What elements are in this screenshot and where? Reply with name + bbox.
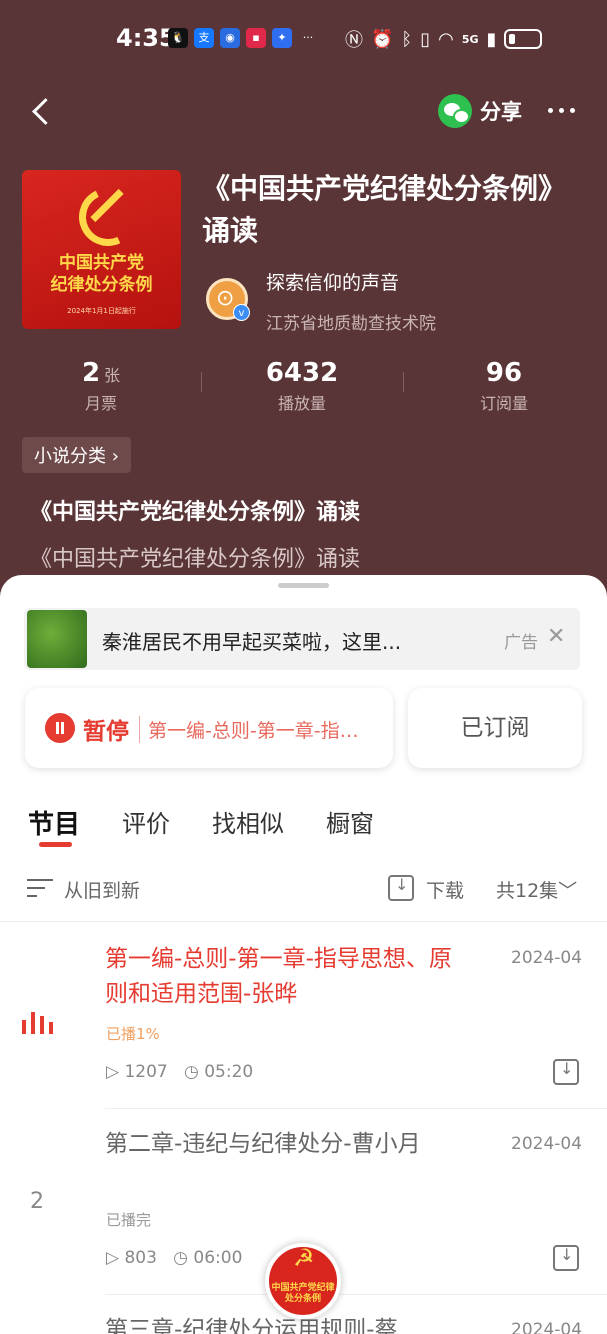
wechat-icon [438, 94, 472, 128]
playing-indicator-icon [22, 1012, 53, 1034]
share-label: 分享 [480, 100, 522, 124]
stat-value: 96 [485, 358, 523, 388]
pause-label: 暂停 [83, 719, 129, 745]
episode-meta: ▷ 1207 ◷ 05:20 [106, 1062, 253, 1082]
bulb-icon: ✦ [272, 28, 292, 48]
episode-date: 2024-04 [511, 1320, 583, 1334]
episode-date: 2024-04 [511, 948, 583, 968]
cover-date: 2024年1月1日起施行 [67, 307, 136, 315]
episode-meta: ▷ 803 ◷ 06:00 [106, 1248, 242, 1268]
pause-icon[interactable] [45, 713, 75, 743]
status-bar: 4:35 🐧 支 ◉ ▪ ✦ ··· Ⓝ ⏰ ᛒ ▯ ◠ 5G ▮ [0, 0, 607, 80]
wifi-icon: ◠ [438, 28, 454, 50]
notification-icons: 🐧 支 ◉ ▪ ✦ ··· [168, 28, 318, 48]
status-time: 4:35 [116, 24, 176, 52]
more-menu-button[interactable] [548, 108, 575, 113]
album-title: 《中国共产党纪律处分条例》诵读 [202, 172, 553, 247]
close-icon[interactable]: ✕ [547, 624, 565, 649]
sort-button[interactable]: 从旧到新 [64, 876, 140, 903]
clock-icon: ◷ [173, 1248, 188, 1268]
player-card[interactable]: 暂停 第一编-总则-第一章-指导思想、原则和适用范围-张晔 [25, 688, 393, 768]
download-icon[interactable] [388, 875, 414, 901]
qq-icon: 🐧 [168, 28, 188, 48]
author-name[interactable]: 探索信仰的声音 [266, 268, 399, 295]
stat-label: 播放量 [277, 394, 326, 413]
download-button[interactable]: 下载 [426, 876, 464, 903]
verified-icon: v [233, 304, 250, 321]
system-icons: Ⓝ ⏰ ᛒ ▯ ◠ 5G ▮ [345, 26, 543, 52]
download-icon[interactable] [553, 1245, 579, 1271]
episode-number: 2 [30, 1189, 44, 1214]
tab-underline [39, 842, 72, 847]
episode-title: 第一编-总则-第一章-指导思想、原则和适用范围-张晔 [105, 946, 452, 1007]
stat-unit: 张 [104, 366, 121, 385]
episode-title: 第三章-纪律处分运用规则-蔡 [105, 1317, 398, 1334]
episode-title: 第二章-违纪与纪律处分-曹小月 [105, 1131, 421, 1157]
tab-reviews[interactable]: 评价 [122, 804, 170, 841]
episode-progress: 已播完 [106, 1211, 152, 1229]
play-count-icon: ▷ [106, 1248, 120, 1268]
ad-image [27, 610, 87, 668]
stat-value: 2 [81, 358, 101, 388]
alarm-icon: ⏰ [371, 28, 394, 50]
duration: 06:00 [193, 1248, 243, 1268]
author-org: 江苏省地质勘查技术院 [266, 314, 436, 334]
nfc-icon: Ⓝ [345, 30, 363, 51]
back-button[interactable] [28, 94, 52, 128]
sort-bar: 从旧到新 下载 共12集﹀ [0, 872, 607, 922]
stat-monthly-tickets[interactable]: 2张 月票 [66, 358, 136, 414]
clock-icon: ◷ [183, 1062, 199, 1082]
cover-title-line1: 中国共产党 [59, 253, 144, 273]
stat-label: 月票 [84, 394, 117, 413]
more-notifications-icon: ··· [302, 31, 314, 44]
ad-text: 秦淮居民不用早起买菜啦，这里... [102, 630, 402, 654]
signal-icon: ▮ [486, 28, 497, 50]
vibrate-icon: ▯ [420, 28, 431, 50]
cover-title-line2: 纪律处分条例 [50, 275, 153, 295]
stat-subscriptions: 96 订阅量 [464, 358, 544, 414]
stat-value: 6432 [265, 358, 339, 388]
mini-player-button[interactable]: 中国共产党纪律处分条例 [265, 1243, 341, 1319]
divider [105, 1108, 607, 1109]
description-text[interactable]: 《中国共产党纪律处分条例》诵读 [30, 541, 360, 573]
alipay-icon: 支 [194, 28, 214, 48]
subscribed-button[interactable]: 已订阅 [408, 688, 582, 768]
episode-progress: 已播1% [106, 1025, 160, 1043]
list-item[interactable]: 第一编-总则-第一章-指导思想、原则和适用范围-张晔 2024-04 已播1% … [0, 935, 607, 1121]
tab-showcase[interactable]: 橱窗 [326, 804, 374, 841]
battery-icon [504, 29, 543, 49]
news-icon: ▪ [246, 28, 266, 48]
divider [201, 372, 202, 392]
description-title: 《中国共产党纪律处分条例》诵读 [30, 500, 361, 525]
stat-plays: 6432 播放量 [252, 358, 352, 414]
duration: 05:20 [204, 1062, 254, 1082]
app-icon: ◉ [220, 28, 240, 48]
play-count: 1207 [124, 1062, 168, 1082]
party-emblem-icon [71, 182, 133, 244]
ad-banner[interactable]: 秦淮居民不用早起买菜啦，这里... 广告 ✕ [24, 608, 580, 670]
tab-similar[interactable]: 找相似 [212, 804, 284, 841]
album-cover[interactable]: 中国共产党 纪律处分条例 2024年1月1日起施行 [22, 170, 181, 329]
bluetooth-icon: ᛒ [401, 28, 413, 50]
download-icon[interactable] [553, 1059, 579, 1085]
ad-tag: 广告 [504, 633, 538, 653]
tab-episodes[interactable]: 节目 [28, 804, 80, 841]
episode-date: 2024-04 [511, 1134, 583, 1154]
episode-sheet: 秦淮居民不用早起买菜啦，这里... 广告 ✕ 暂停 第一编-总则-第一章-指导思… [0, 575, 607, 1334]
network-label: 5G [461, 32, 479, 46]
sheet-handle[interactable] [278, 583, 329, 588]
current-track: 第一编-总则-第一章-指导思想、原则和适用范围-张晔 [139, 716, 377, 743]
play-count-icon: ▷ [106, 1062, 120, 1082]
share-button[interactable]: 分享 [438, 94, 522, 128]
divider [403, 372, 404, 392]
sort-icon[interactable] [27, 879, 53, 901]
divider [105, 1294, 607, 1295]
play-count: 803 [124, 1248, 157, 1268]
episode-count-dropdown[interactable]: 共12集﹀ [496, 876, 577, 903]
category-tag[interactable]: 小说分类 › [22, 437, 131, 473]
tab-bar: 节目 评价 找相似 橱窗 [28, 804, 416, 841]
stat-label: 订阅量 [479, 394, 528, 413]
